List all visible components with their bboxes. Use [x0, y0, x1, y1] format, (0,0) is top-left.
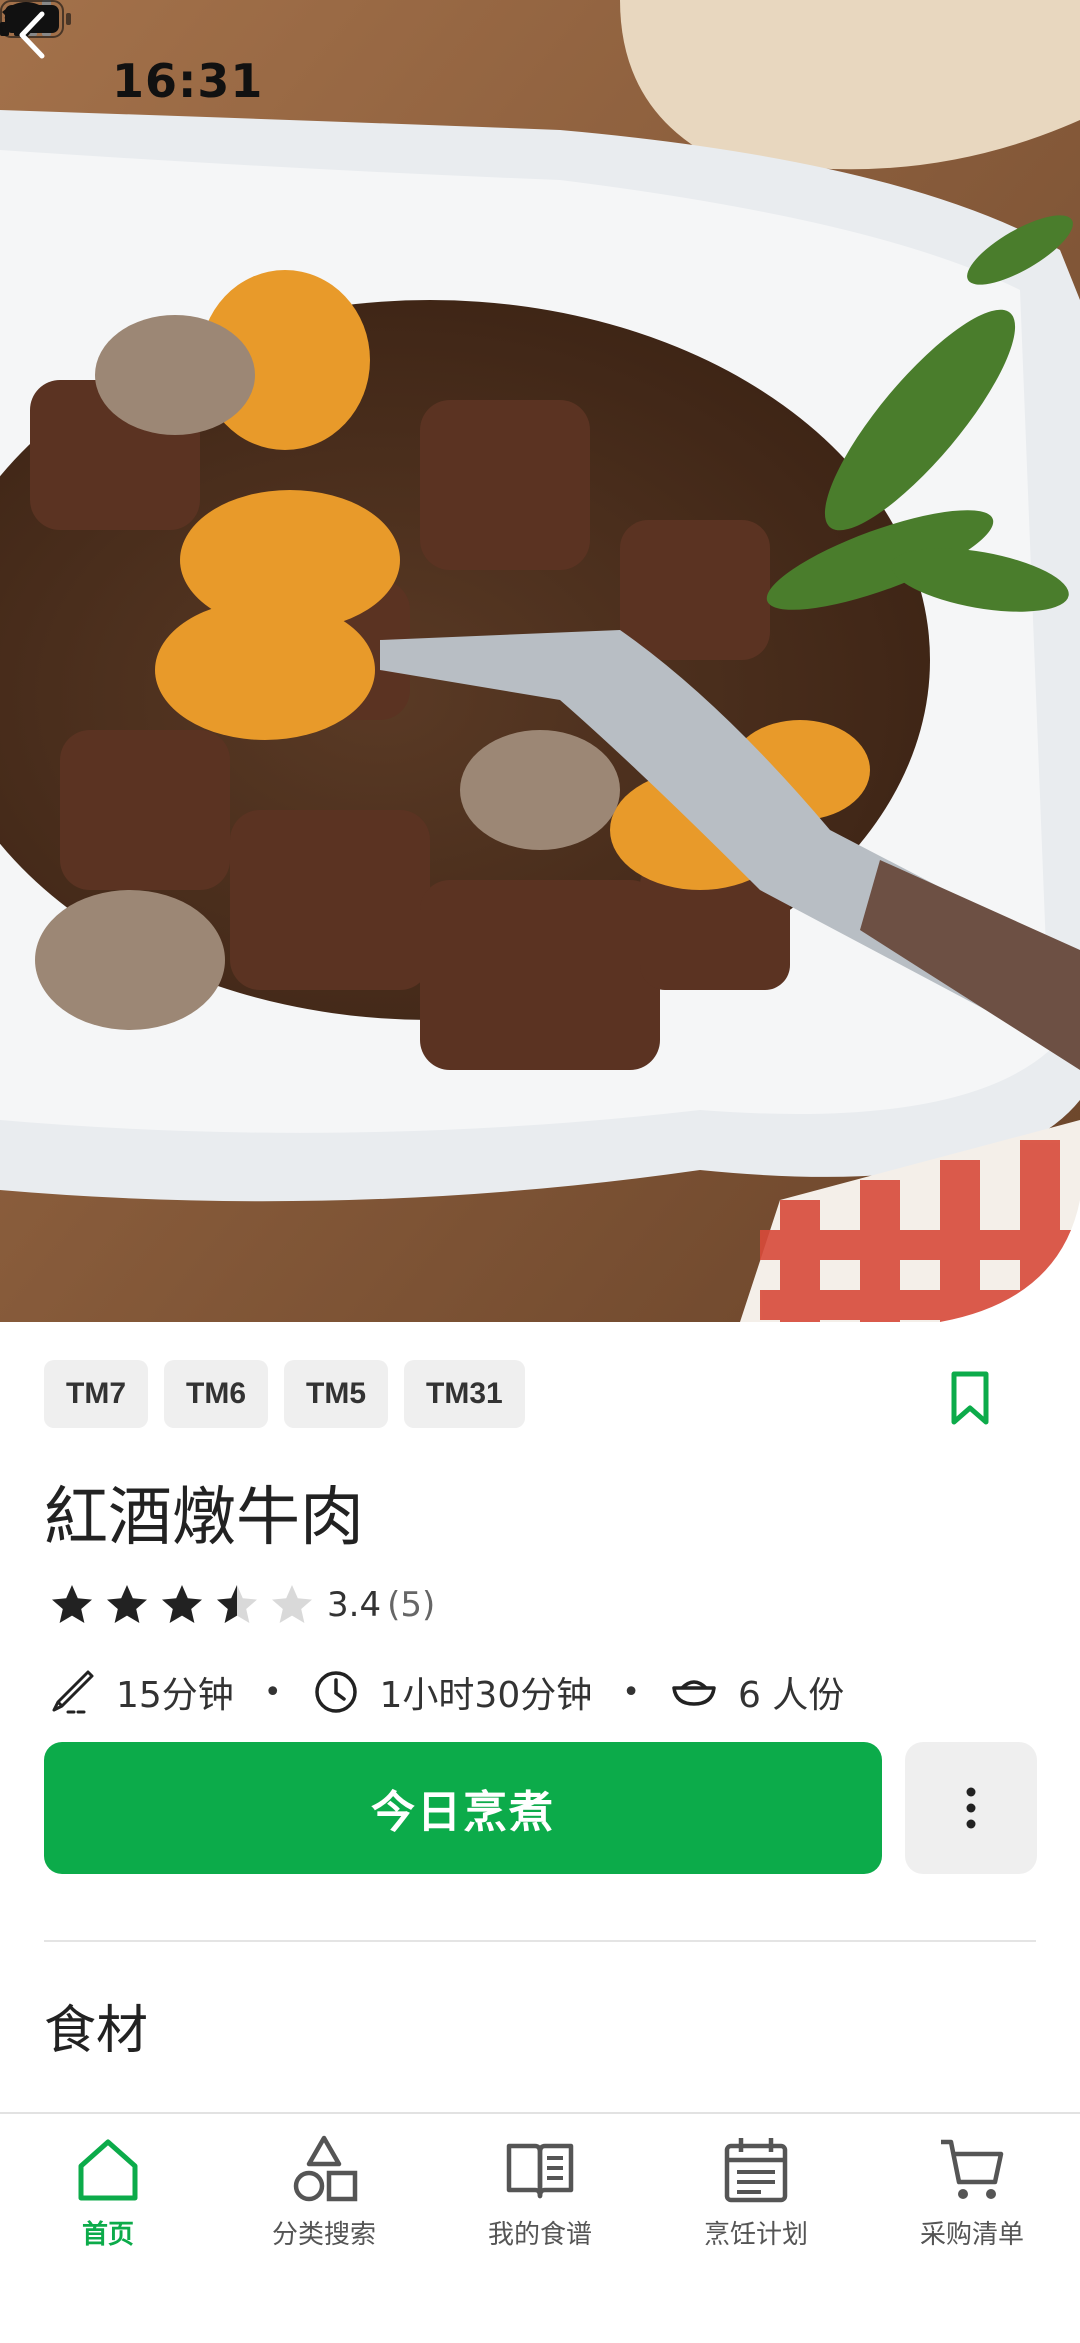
tag-tm31: TM31	[404, 1360, 525, 1428]
prep-time: 15分钟	[116, 1675, 234, 1716]
tab-my-recipes-label: 我的食谱	[487, 2220, 592, 2250]
meta-separator: •	[622, 1674, 640, 1710]
book-icon	[506, 2143, 574, 2199]
bottom-tab-bar: 首页 分类搜索 我的食谱 烹饪计划 采购清单	[0, 2112, 1080, 2343]
tab-category-search[interactable]: 分类搜索	[216, 2134, 432, 2251]
rating-value: 3.4	[327, 1585, 382, 1625]
star-half-icon	[217, 1585, 257, 1623]
bookmark-icon[interactable]	[946, 1370, 994, 1426]
servings: 6 人份	[737, 1675, 845, 1716]
rating-count: (5)	[387, 1585, 436, 1625]
tab-cooking-plan-label: 烹饪计划	[703, 2220, 808, 2250]
cook-today-button[interactable]: 今日烹煮	[44, 1742, 882, 1874]
back-chevron-icon[interactable]	[0, 0, 70, 70]
tab-shopping-list-label: 采购清单	[919, 2220, 1024, 2250]
tab-category-search-label: 分类搜索	[271, 2220, 376, 2250]
tab-home-label: 首页	[81, 2220, 134, 2250]
recipe-title: 紅酒燉牛肉	[44, 1481, 364, 1555]
more-vertical-icon	[966, 1787, 976, 1829]
status-bar: 16:31	[0, 0, 1080, 160]
bowl-icon	[672, 1680, 716, 1706]
device-tags: TM7 TM6 TM5 TM31	[44, 1360, 525, 1428]
total-time: 1小时30分钟	[379, 1675, 593, 1716]
more-options-button[interactable]	[905, 1742, 1037, 1874]
cart-icon	[941, 2139, 1004, 2199]
star-empty-icon	[272, 1585, 312, 1623]
knife-icon	[52, 1670, 94, 1714]
tag-tm5: TM5	[284, 1360, 388, 1428]
ingredients-heading: 食材	[44, 2001, 149, 2061]
tab-cooking-plan[interactable]: 烹饪计划	[648, 2134, 864, 2251]
rating[interactable]: 3.4 (5)	[48, 1580, 435, 1630]
calendar-icon	[724, 2138, 788, 2203]
clock-icon	[314, 1671, 357, 1713]
star-full-icon	[107, 1585, 147, 1623]
divider	[44, 1940, 1036, 1942]
star-full-icon	[162, 1585, 202, 1623]
tag-tm6: TM6	[164, 1360, 268, 1428]
recipe-meta: 15分钟 • 1小时30分钟 • 6 人份	[48, 1664, 844, 1720]
shapes-icon	[293, 2135, 358, 2202]
tab-home[interactable]: 首页	[0, 2134, 216, 2251]
status-time: 16:31	[112, 54, 264, 108]
tab-my-recipes[interactable]: 我的食谱	[432, 2134, 648, 2251]
home-icon	[78, 2139, 138, 2201]
meta-separator: •	[263, 1674, 282, 1710]
tab-shopping-list[interactable]: 采购清单	[864, 2134, 1080, 2251]
recipe-hero-image: 16:31	[0, 0, 1080, 1322]
star-full-icon	[52, 1585, 92, 1623]
tag-tm7: TM7	[44, 1360, 148, 1428]
